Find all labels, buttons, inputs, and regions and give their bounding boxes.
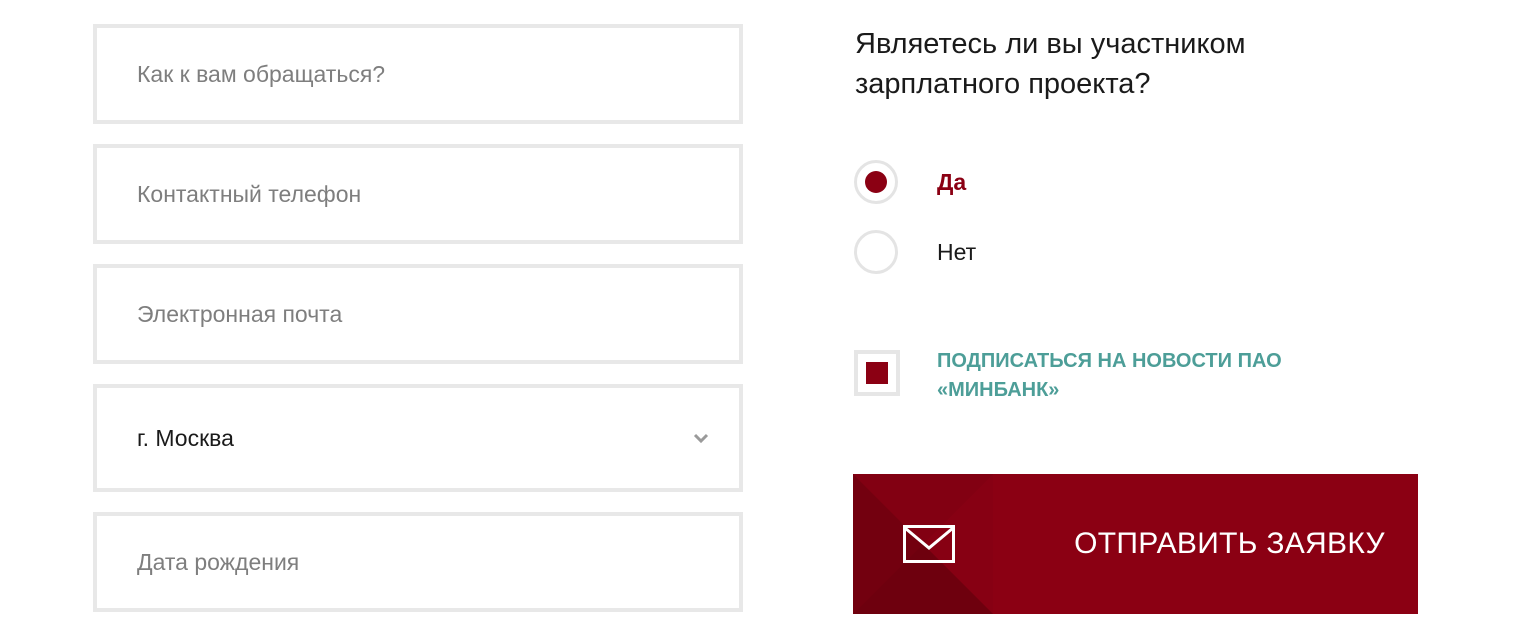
phone-field[interactable] — [93, 144, 743, 244]
phone-input[interactable] — [97, 148, 739, 240]
radio-button-yes[interactable] — [854, 160, 898, 204]
radio-label-no: Нет — [937, 238, 977, 265]
submit-application-button[interactable]: ОТПРАВИТЬ ЗАЯВКУ — [853, 474, 1418, 614]
subscribe-checkbox[interactable] — [854, 350, 900, 396]
radio-button-no[interactable] — [854, 230, 898, 274]
email-field[interactable] — [93, 264, 743, 364]
subscribe-checkbox-row[interactable]: Подписаться на новости ПАО «Минбанк» — [854, 350, 1297, 405]
radio-selected-dot — [865, 171, 887, 193]
birthdate-field[interactable] — [93, 512, 743, 612]
checkbox-checked-mark — [866, 362, 888, 384]
submit-button-label: ОТПРАВИТЬ ЗАЯВКУ — [1074, 527, 1385, 560]
salary-project-question: Являетесь ли вы участником зарплатного п… — [855, 28, 1246, 100]
name-field[interactable] — [93, 24, 743, 124]
chevron-down-icon — [693, 433, 709, 444]
radio-option-no[interactable]: Нет — [854, 230, 976, 274]
radio-label-yes: Да — [937, 168, 967, 195]
city-select-value: г. Москва — [137, 424, 234, 451]
birthdate-input[interactable] — [97, 516, 739, 608]
city-select[interactable]: г. Москва — [93, 384, 743, 492]
subscribe-label: Подписаться на новости ПАО «Минбанк» — [937, 350, 1282, 401]
envelope-icon — [903, 525, 955, 563]
email-input[interactable] — [97, 268, 739, 360]
name-input[interactable] — [97, 28, 739, 120]
radio-option-yes[interactable]: Да — [854, 160, 966, 204]
